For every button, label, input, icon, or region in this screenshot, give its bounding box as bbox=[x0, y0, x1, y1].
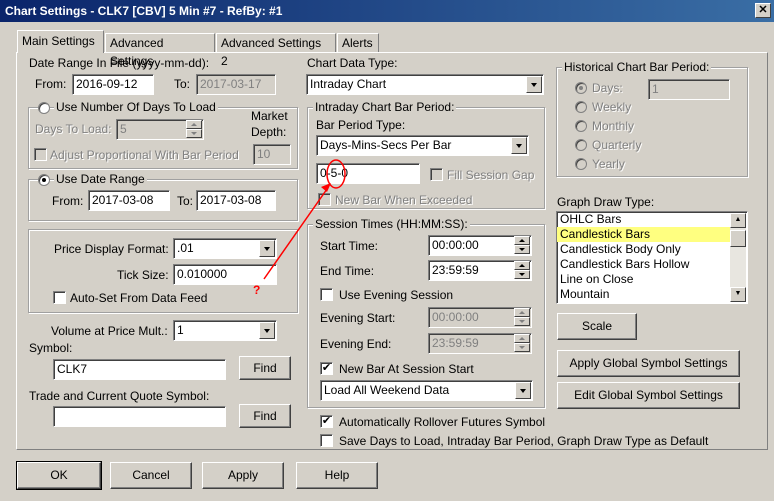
tab-main-settings[interactable]: Main Settings bbox=[17, 30, 104, 53]
arrow-head-icon bbox=[321, 183, 331, 192]
annotation-overlay bbox=[263, 159, 346, 280]
annotation-arrow-line bbox=[263, 188, 328, 280]
question-mark-annotation: ? bbox=[253, 283, 261, 297]
